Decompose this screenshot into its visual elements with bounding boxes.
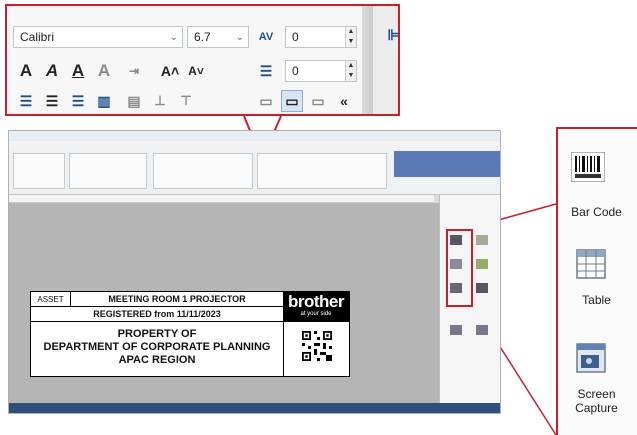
ribbon-group: [257, 153, 387, 189]
brand-logo: brother at your side: [283, 292, 349, 322]
brand-tagline: at your side: [300, 311, 332, 317]
label-preview[interactable]: ASSET MEETING ROOM 1 PROJECTOR REGISTERE…: [30, 291, 350, 377]
panel-highlight: [446, 229, 473, 307]
asset-cell: ASSET: [31, 292, 71, 307]
ribbon-group: [153, 153, 253, 189]
panel-item-icon[interactable]: [450, 325, 462, 335]
property-line-3: APAC REGION: [118, 354, 196, 366]
screen-capture-label-line2: Capture: [575, 401, 618, 415]
screen-capture-label-line1: Screen: [577, 387, 616, 401]
qr-code-icon: [302, 331, 332, 361]
status-bar: [9, 403, 500, 413]
panel-item-icon[interactable]: [476, 283, 488, 293]
ribbon-group: [13, 153, 65, 189]
panel-item-icon[interactable]: [476, 259, 488, 269]
menu-bar: [9, 141, 500, 149]
property-line-1: PROPERTY OF: [117, 328, 197, 340]
property-cell: PROPERTY OF DEPARTMENT OF CORPORATE PLAN…: [31, 322, 283, 376]
screen-capture-button[interactable]: [576, 343, 606, 373]
room-cell: MEETING ROOM 1 PROJECTOR: [71, 292, 283, 307]
panel-item-icon[interactable]: [476, 325, 488, 335]
window-title-bar: [9, 131, 500, 141]
registered-cell: REGISTERED from 11/11/2023: [31, 307, 283, 322]
property-line-2: DEPARTMENT OF CORPORATE PLANNING: [43, 341, 271, 353]
ruler: [9, 195, 434, 203]
ribbon-accent: [394, 151, 500, 177]
screen-capture-label: Screen Capture: [556, 387, 637, 415]
app-window-screenshot: ASSET MEETING ROOM 1 PROJECTOR REGISTERE…: [8, 130, 501, 414]
panel-item-icon[interactable]: [476, 235, 488, 245]
canvas[interactable]: ASSET MEETING ROOM 1 PROJECTOR REGISTERE…: [9, 203, 439, 403]
table-icon: [576, 249, 606, 279]
table-label: Table: [582, 293, 611, 307]
qr-cell: [283, 322, 349, 376]
ribbon-group: [69, 153, 147, 189]
table-button[interactable]: [576, 249, 606, 279]
brand-name: brother: [288, 292, 345, 311]
bar-code-label: Bar Code: [571, 205, 622, 219]
bar-code-button[interactable]: [570, 151, 606, 192]
zoomed-side-panel-callout: Bar Code Table Screen Capture: [556, 127, 637, 435]
barcode-icon: [570, 151, 606, 183]
screen-capture-icon: [576, 343, 606, 373]
